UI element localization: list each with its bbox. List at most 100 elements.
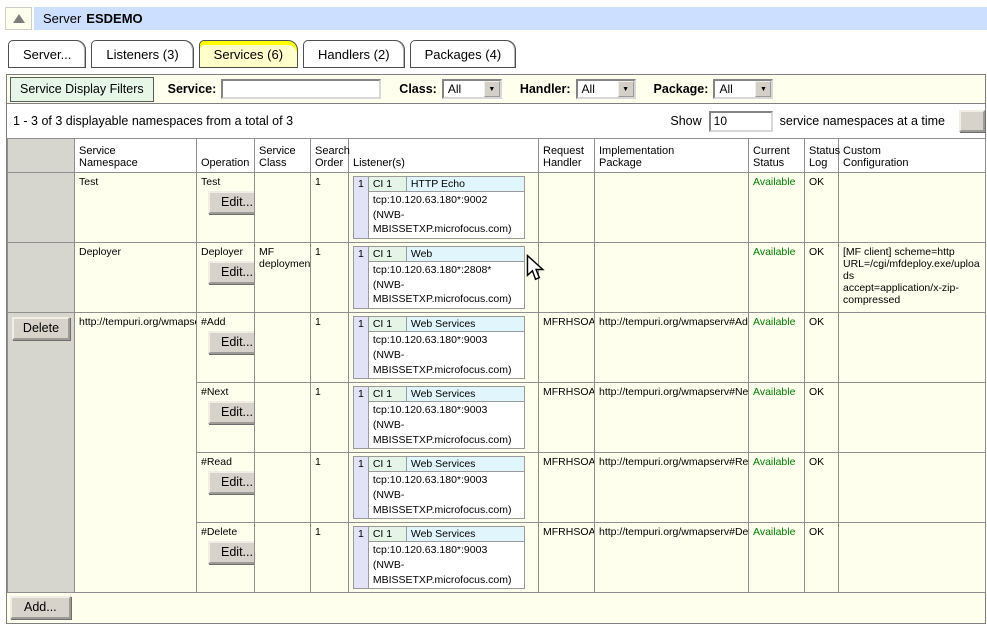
listener-conn: CI 1 xyxy=(368,177,406,192)
server-name: ESDEMO xyxy=(86,11,142,26)
namespace-count-summary: 1 - 3 of 3 displayable namespaces from a… xyxy=(13,114,670,128)
search-order-cell: 1 xyxy=(311,453,349,523)
chevron-down-icon[interactable]: ▼ xyxy=(618,81,634,97)
custom-configuration-cell xyxy=(839,173,986,243)
header-implementation-package: Implementation Package xyxy=(595,139,749,173)
header-status-log: Status Log xyxy=(805,139,839,173)
listener-name: HTTP Echo xyxy=(406,177,524,192)
add-row: Add... xyxy=(7,593,985,623)
tab-packages[interactable]: Packages (4) xyxy=(410,40,517,68)
search-order-cell: 1 xyxy=(311,243,349,313)
search-order-cell: 1 xyxy=(311,173,349,243)
services-table: Service Namespace Operation Service Clas… xyxy=(7,138,986,593)
request-handler-cell: MFRHSOAP xyxy=(539,313,595,383)
service-filter-input[interactable] xyxy=(221,79,381,99)
tab-server[interactable]: Server... xyxy=(8,40,86,68)
listener-host: (NWB-MBISSETXP.microfocus.com) xyxy=(373,558,520,587)
operation-cell: Deployer Edit... xyxy=(197,243,255,313)
operation-cell: #Delete Edit... xyxy=(197,523,255,593)
listener-index: 1 xyxy=(354,177,369,239)
implementation-package-cell: http://tempuri.org/wmapserv#Delete xyxy=(595,523,749,593)
header-service-class: Service Class xyxy=(255,139,311,173)
operation-label: Test xyxy=(201,176,250,188)
request-handler-cell xyxy=(539,173,595,243)
table-row: Test Test Edit... 1 1 CI 1 HTTP Echo tcp… xyxy=(8,173,986,243)
row-selector-cell: Delete xyxy=(8,313,75,593)
listener-box: 1 CI 1 Web tcp:10.120.63.180*:2808* (NWB… xyxy=(353,246,525,309)
chevron-down-icon[interactable]: ▼ xyxy=(484,81,500,97)
listener-endpoint: tcp:10.120.63.180*:9003 xyxy=(373,473,520,488)
class-filter-select[interactable]: All ▼ xyxy=(442,79,502,99)
edit-button[interactable]: Edit... xyxy=(208,331,255,354)
listener-host: (NWB-MBISSETXP.microfocus.com) xyxy=(373,488,520,517)
implementation-package-cell: http://tempuri.org/wmapserv#Read xyxy=(595,453,749,523)
tab-services[interactable]: Services (6) xyxy=(199,40,298,68)
chevron-down-icon[interactable]: ▼ xyxy=(755,81,771,97)
namespace-cell: Deployer xyxy=(75,243,197,313)
implementation-package-cell xyxy=(595,243,749,313)
operation-cell: #Next Edit... xyxy=(197,383,255,453)
listener-endpoint: tcp:10.120.63.180*:9003 xyxy=(373,543,520,558)
edit-button[interactable]: Edit... xyxy=(208,471,255,494)
listener-address: tcp:10.120.63.180*:2808* (NWB-MBISSETXP.… xyxy=(368,262,524,309)
custom-configuration-cell xyxy=(839,383,986,453)
header-operation: Operation xyxy=(197,139,255,173)
paging-button-partial[interactable] xyxy=(959,110,985,132)
listener-host: (NWB-MBISSETXP.microfocus.com) xyxy=(373,348,520,377)
listener-endpoint: tcp:10.120.63.180*:9002 xyxy=(373,193,520,208)
listeners-cell: 1 CI 1 Web Services tcp:10.120.63.180*:9… xyxy=(349,523,539,593)
delete-button[interactable]: Delete xyxy=(12,317,70,340)
tab-listeners[interactable]: Listeners (3) xyxy=(91,40,193,68)
service-filter-label: Service: xyxy=(168,82,217,96)
server-title-prefix: Server xyxy=(43,11,81,26)
status-badge: Available xyxy=(749,383,805,453)
package-filter-select[interactable]: All ▼ xyxy=(713,79,773,99)
namespace-cell: http://tempuri.org/wmapserv xyxy=(75,313,197,593)
request-handler-cell: MFRHSOAP xyxy=(539,383,595,453)
service-class-cell xyxy=(255,453,311,523)
tab-handlers[interactable]: Handlers (2) xyxy=(303,40,405,68)
listener-host: (NWB-MBISSETXP.microfocus.com) xyxy=(373,418,520,447)
add-button[interactable]: Add... xyxy=(10,596,71,619)
operation-label: #Delete xyxy=(201,526,250,538)
operation-cell: Test Edit... xyxy=(197,173,255,243)
handler-filter-label: Handler: xyxy=(520,82,571,96)
operation-label: #Add xyxy=(201,316,250,328)
services-panel: Service Display Filters Service: Class: … xyxy=(6,74,986,624)
edit-button[interactable]: Edit... xyxy=(208,401,255,424)
service-class-cell xyxy=(255,383,311,453)
edit-button[interactable]: Edit... xyxy=(208,541,255,564)
pagination-row: 1 - 3 of 3 displayable namespaces from a… xyxy=(7,104,985,138)
edit-button[interactable]: Edit... xyxy=(208,191,255,214)
listeners-cell: 1 CI 1 HTTP Echo tcp:10.120.63.180*:9002… xyxy=(349,173,539,243)
status-badge: Available xyxy=(749,453,805,523)
edit-button[interactable]: Edit... xyxy=(208,261,255,284)
header-selector xyxy=(8,139,75,173)
custom-configuration-cell xyxy=(839,453,986,523)
listeners-cell: 1 CI 1 Web tcp:10.120.63.180*:2808* (NWB… xyxy=(349,243,539,313)
search-order-cell: 1 xyxy=(311,383,349,453)
listener-address: tcp:10.120.63.180*:9003 (NWB-MBISSETXP.m… xyxy=(368,402,524,449)
status-log-cell: OK xyxy=(805,313,839,383)
handler-filter-select[interactable]: All ▼ xyxy=(576,79,636,99)
listener-index: 1 xyxy=(354,247,369,309)
listener-address: tcp:10.120.63.180*:9003 (NWB-MBISSETXP.m… xyxy=(368,332,524,379)
listener-conn: CI 1 xyxy=(368,457,406,472)
package-filter-label: Package: xyxy=(654,82,709,96)
table-row: Delete http://tempuri.org/wmapserv #Add … xyxy=(8,313,986,383)
collapse-section-button[interactable] xyxy=(5,7,32,30)
header-listeners: Listener(s) xyxy=(349,139,539,173)
listener-box: 1 CI 1 Web Services tcp:10.120.63.180*:9… xyxy=(353,386,525,449)
handler-filter-value: All xyxy=(582,82,595,96)
server-title-bar: Server ESDEMO xyxy=(5,7,987,30)
status-badge: Available xyxy=(749,243,805,313)
operation-cell: #Read Edit... xyxy=(197,453,255,523)
server-title: Server ESDEMO xyxy=(34,7,987,30)
listener-host: (NWB-MBISSETXP.microfocus.com) xyxy=(373,208,520,237)
implementation-package-cell xyxy=(595,173,749,243)
status-log-cell: OK xyxy=(805,173,839,243)
package-filter-value: All xyxy=(719,82,732,96)
status-log-cell: OK xyxy=(805,243,839,313)
listener-conn: CI 1 xyxy=(368,247,406,262)
page-size-input[interactable] xyxy=(709,111,773,132)
